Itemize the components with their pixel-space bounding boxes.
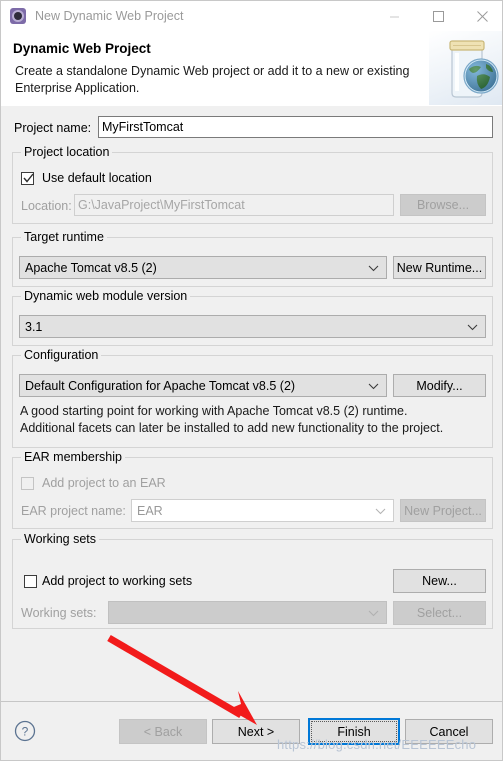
wizard-banner: Dynamic Web Project Create a standalone … [1,31,502,107]
add-project-to-working-sets-checkbox[interactable]: Add project to working sets [24,574,192,588]
chevron-down-icon [368,377,379,395]
window-controls [372,1,502,31]
target-runtime-value: Apache Tomcat v8.5 (2) [25,260,157,275]
modify-configuration-button[interactable]: Modify... [393,374,486,397]
configuration-combo[interactable]: Default Configuration for Apache Tomcat … [19,374,387,397]
working-sets-group-label: Working sets [21,532,100,546]
new-dynamic-web-project-dialog: New Dynamic Web Project Dynamic Web Proj… [0,0,503,761]
minimize-icon[interactable] [372,1,416,31]
watermark-text: https://blog.csdn.net/EEEEEEcho [277,737,477,752]
add-project-to-working-sets-label: Add project to working sets [42,574,193,588]
configuration-value: Default Configuration for Apache Tomcat … [25,378,296,393]
use-default-location-checkbox[interactable]: Use default location [21,171,152,185]
ear-project-name-label: EAR project name: [21,504,126,518]
maximize-icon[interactable] [416,1,460,31]
jar-with-globe-icon [429,31,502,105]
add-project-to-ear-checkbox-box [21,476,34,490]
module-version-value: 3.1 [25,319,43,334]
add-project-to-ear-label: Add project to an EAR [42,476,166,490]
title-bar: New Dynamic Web Project [1,1,502,31]
ear-project-name-combo: EAR [131,499,394,522]
add-project-to-ear-checkbox: Add project to an EAR [21,476,166,490]
location-input [74,194,394,216]
new-working-set-button[interactable]: New... [393,569,486,593]
close-icon[interactable] [460,1,502,31]
select-working-set-button: Select... [393,601,486,625]
chevron-down-icon [368,604,379,622]
project-name-label: Project name: [14,121,92,135]
chevron-down-icon [368,259,379,277]
new-runtime-button[interactable]: New Runtime... [393,256,486,279]
ear-project-name-value: EAR [137,503,163,518]
window-title: New Dynamic Web Project [35,9,184,23]
dialog-content: Project name: Project location Use defau… [1,106,502,701]
help-icon[interactable]: ? [14,720,36,742]
configuration-description-line2: Additional facets can later be installed… [20,421,444,435]
configuration-description-line1: A good starting point for working with A… [20,404,408,418]
svg-text:?: ? [22,725,29,739]
chevron-down-icon [467,318,478,336]
chevron-down-icon [375,502,386,520]
page-description: Create a standalone Dynamic Web project … [15,64,410,95]
target-runtime-group-label: Target runtime [21,230,107,244]
working-sets-combo [108,601,387,624]
target-runtime-combo[interactable]: Apache Tomcat v8.5 (2) [19,256,387,279]
configuration-group-label: Configuration [21,348,102,362]
use-default-location-label: Use default location [42,171,152,185]
project-location-group-label: Project location [21,145,113,159]
new-ear-project-button: New Project... [400,499,486,522]
add-project-to-working-sets-checkbox-box[interactable] [24,574,37,588]
browse-button: Browse... [400,194,486,216]
ear-membership-group-label: EAR membership [21,450,125,464]
page-title: Dynamic Web Project [13,41,151,56]
module-version-group-label: Dynamic web module version [21,289,191,303]
project-name-input[interactable] [98,116,493,138]
use-default-location-checkbox-box[interactable] [21,171,34,185]
working-sets-label: Working sets: [21,606,97,620]
location-label: Location: [21,199,72,213]
eclipse-wizard-icon [10,8,26,24]
module-version-combo[interactable]: 3.1 [19,315,486,338]
back-button: < Back [119,719,207,744]
